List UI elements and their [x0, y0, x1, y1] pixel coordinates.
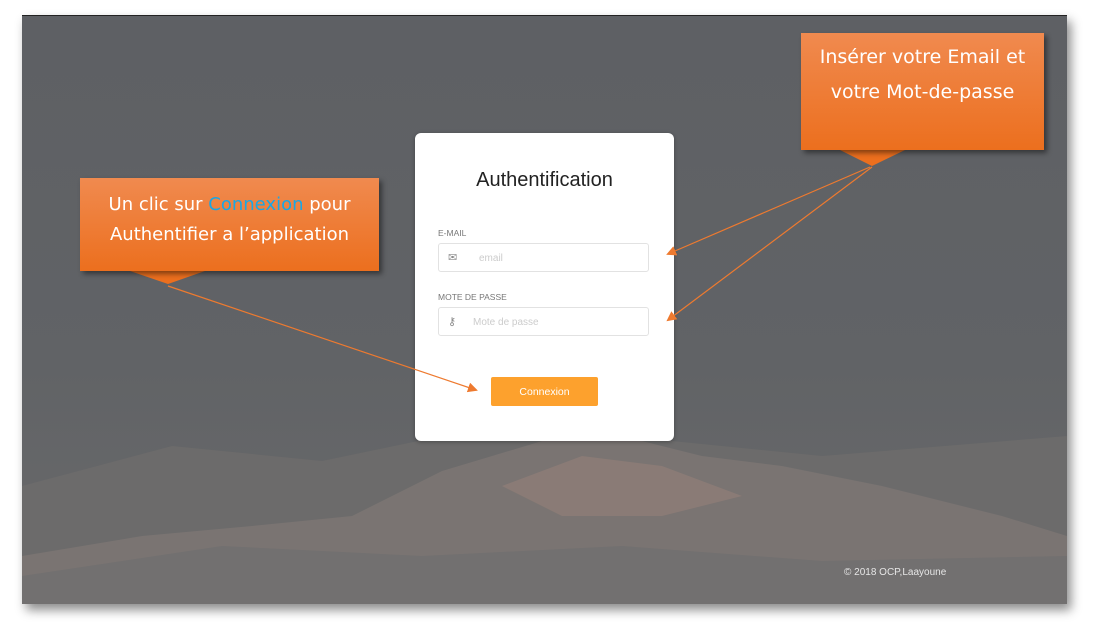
callout-text: Insérer votre Email et votre Mot-de-pass… [819, 46, 1026, 103]
arrow-to-password [666, 166, 873, 322]
arrow-to-email [666, 166, 871, 256]
callout-text: pour [303, 194, 351, 215]
arrow-to-connexion [167, 285, 478, 393]
callout-text: Authentifier a l’application [109, 224, 350, 245]
right-callout-pointer [840, 150, 905, 166]
callout-highlight: Connexion [208, 194, 304, 215]
right-callout: Insérer votre Email et votre Mot-de-pass… [801, 33, 1044, 150]
left-callout: Un clic sur Connexion pour Authentifier … [80, 178, 379, 271]
left-callout-pointer [130, 271, 205, 284]
callout-text: Un clic sur [108, 194, 209, 215]
